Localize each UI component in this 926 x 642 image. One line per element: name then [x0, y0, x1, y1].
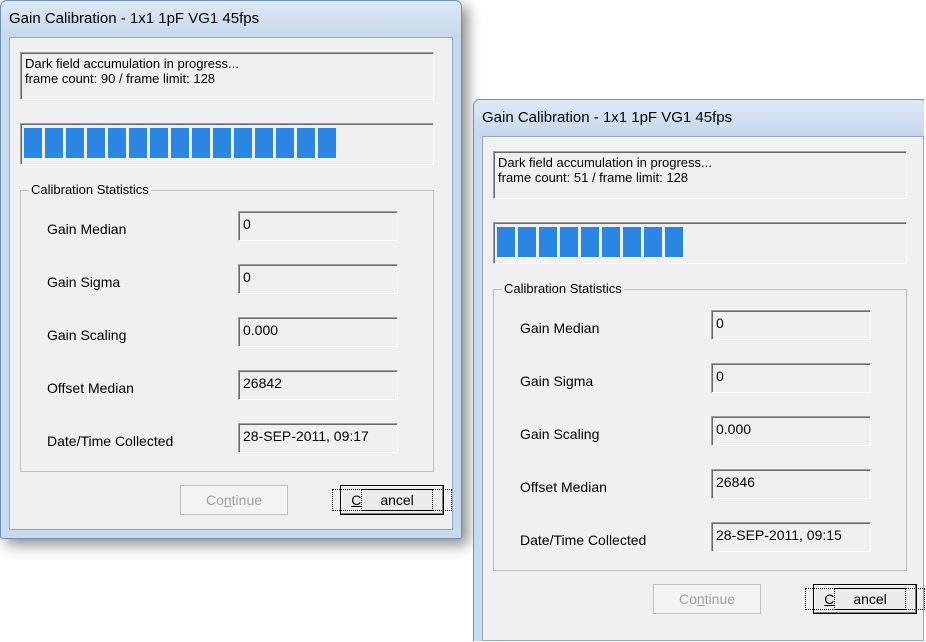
- stat-value-field[interactable]: 26842: [238, 370, 398, 400]
- stat-value-field[interactable]: 0: [238, 211, 398, 241]
- calibration-statistics-group: Calibration Statistics Gain Median 0 Gai…: [493, 281, 907, 571]
- status-line-1: Dark field accumulation in progress...: [25, 56, 239, 71]
- stat-row-date-time-collected: Date/Time Collected 28-SEP-2011, 09:15: [494, 522, 906, 558]
- stat-label: Offset Median: [520, 479, 607, 495]
- status-message-box: Dark field accumulation in progress... f…: [493, 151, 907, 199]
- stat-label: Gain Sigma: [47, 274, 121, 290]
- stat-row-offset-median: Offset Median 26842: [21, 370, 433, 406]
- dialog-client-area: Dark field accumulation in progress... f…: [9, 37, 453, 530]
- progress-bar-fill: [24, 128, 336, 158]
- progress-bar: [493, 222, 907, 264]
- cancel-focus-rect: Cancel: [332, 489, 452, 511]
- stat-label: Gain Sigma: [520, 373, 594, 389]
- window-title: Gain Calibration - 1x1 1pF VG1 45fps: [9, 10, 260, 27]
- cancel-focus-rect: Cancel: [805, 588, 925, 610]
- title-bar[interactable]: Gain Calibration - 1x1 1pF VG1 45fps: [1, 1, 461, 37]
- stat-value-field[interactable]: 0: [711, 310, 871, 340]
- calibration-statistics-group: Calibration Statistics Gain Median 0 Gai…: [20, 182, 434, 472]
- stat-label: Gain Scaling: [47, 327, 127, 343]
- gain-calibration-dialog-1: Gain Calibration - 1x1 1pF VG1 45fps Dar…: [0, 0, 462, 539]
- stat-label: Gain Scaling: [520, 426, 600, 442]
- dialog-client-area: Dark field accumulation in progress... f…: [482, 136, 925, 641]
- stat-row-date-time-collected: Date/Time Collected 28-SEP-2011, 09:17: [21, 423, 433, 459]
- stat-value-field[interactable]: 0: [238, 264, 398, 294]
- progress-bar: [20, 123, 434, 165]
- continue-button[interactable]: Co n tinue: [180, 485, 288, 515]
- stat-row-gain-sigma: Gain Sigma 0: [21, 264, 433, 300]
- title-bar[interactable]: Gain Calibration - 1x1 1pF VG1 45fps: [474, 100, 924, 136]
- stat-label: Offset Median: [47, 380, 134, 396]
- stat-label: Date/Time Collected: [47, 433, 174, 449]
- stat-value-field[interactable]: 0.000: [238, 317, 398, 347]
- stat-value-field[interactable]: 28-SEP-2011, 09:17: [238, 423, 398, 453]
- stat-label: Gain Median: [520, 320, 600, 336]
- status-line-2: frame count: 90 / frame limit: 128: [25, 71, 216, 86]
- window-title: Gain Calibration - 1x1 1pF VG1 45fps: [482, 109, 733, 126]
- stat-label: Gain Median: [47, 221, 127, 237]
- status-line-2: frame count: 51 / frame limit: 128: [498, 170, 689, 185]
- status-line-1: Dark field accumulation in progress...: [498, 155, 712, 170]
- stat-value-field[interactable]: 28-SEP-2011, 09:15: [711, 522, 871, 552]
- progress-bar-fill: [497, 227, 683, 257]
- stat-value-field[interactable]: 0.000: [711, 416, 871, 446]
- status-message-box: Dark field accumulation in progress... f…: [20, 52, 434, 100]
- cancel-button[interactable]: Cancel: [805, 584, 925, 614]
- stat-row-offset-median: Offset Median 26846: [494, 469, 906, 505]
- cancel-button[interactable]: Cancel: [332, 485, 452, 515]
- stat-value-field[interactable]: 0: [711, 363, 871, 393]
- stat-label: Date/Time Collected: [520, 532, 647, 548]
- stat-row-gain-scaling: Gain Scaling 0.000: [21, 317, 433, 353]
- stat-row-gain-sigma: Gain Sigma 0: [494, 363, 906, 399]
- group-title: Calibration Statistics: [502, 281, 624, 296]
- gain-calibration-dialog-2: Gain Calibration - 1x1 1pF VG1 45fps Dar…: [473, 99, 925, 641]
- stat-row-gain-scaling: Gain Scaling 0.000: [494, 416, 906, 452]
- group-title: Calibration Statistics: [29, 182, 151, 197]
- stat-value-field[interactable]: 26846: [711, 469, 871, 499]
- stat-row-gain-median: Gain Median 0: [494, 310, 906, 346]
- continue-button[interactable]: Co n tinue: [653, 584, 761, 614]
- stat-row-gain-median: Gain Median 0: [21, 211, 433, 247]
